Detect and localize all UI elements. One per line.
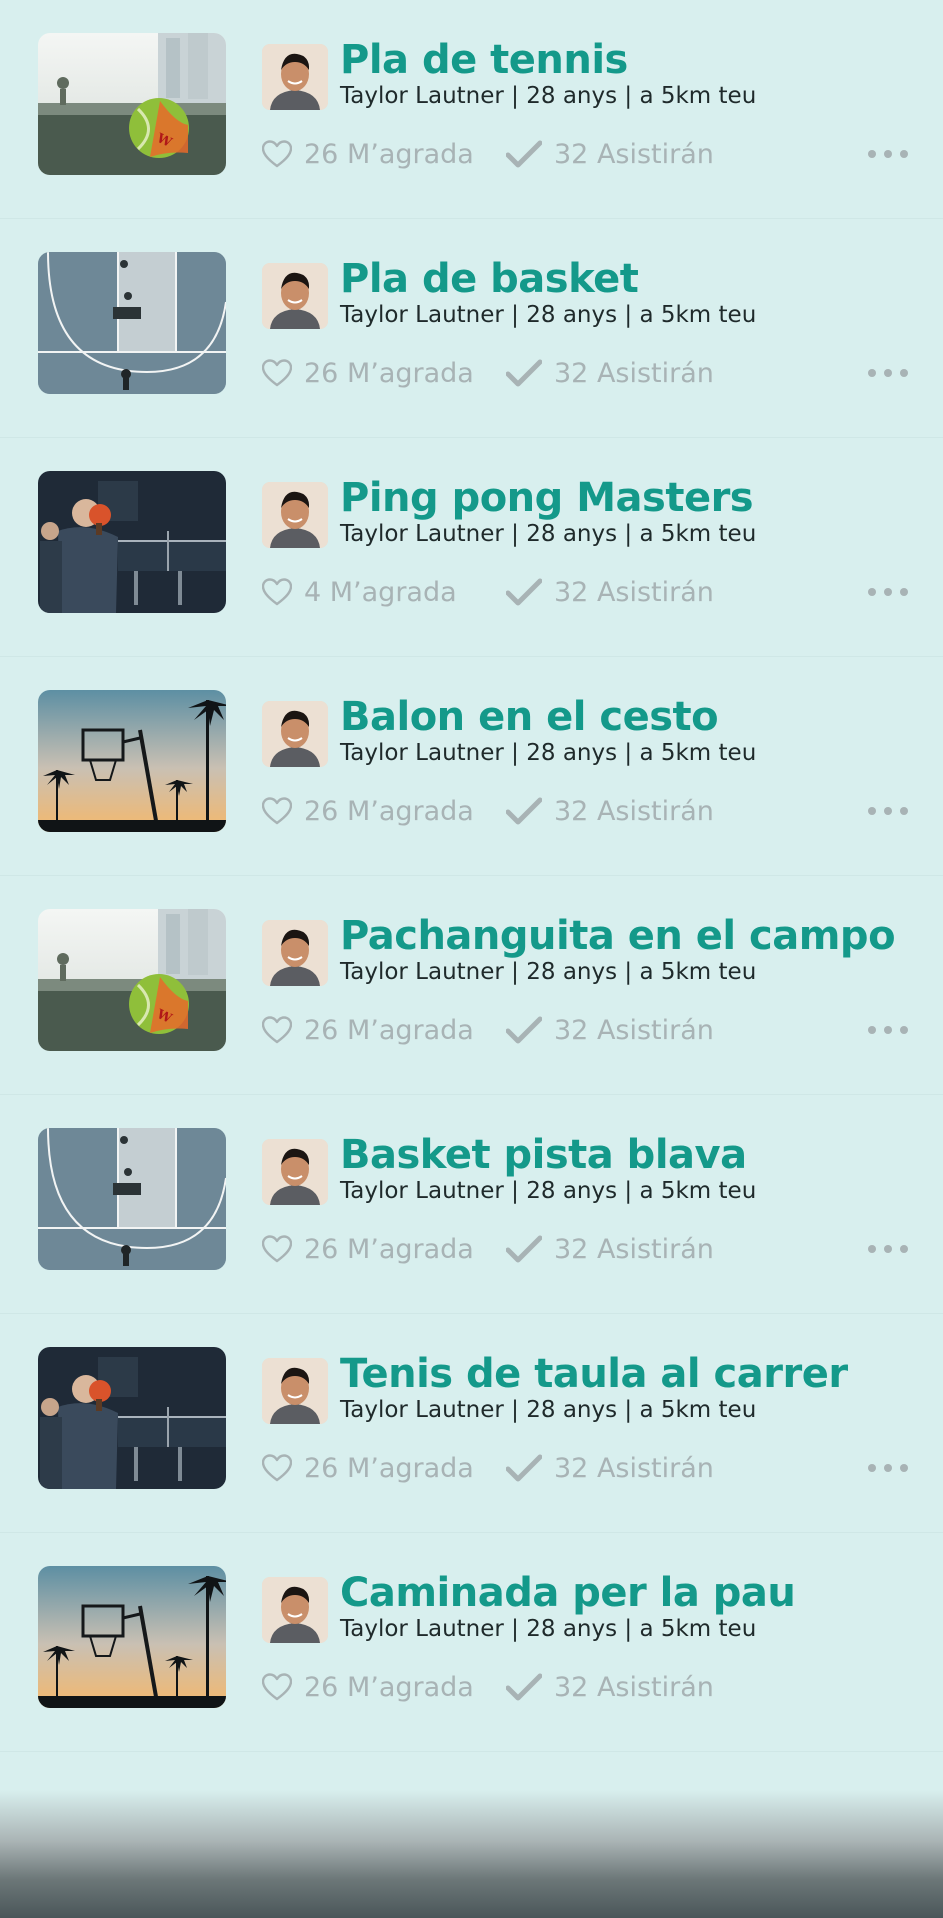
event-card[interactable]: Tenis de taula al carrer Taylor Lautner …	[0, 1314, 943, 1533]
event-title[interactable]: Pla de tennis	[340, 36, 930, 84]
like-button[interactable]: 26 M’agrada	[262, 353, 474, 393]
like-button[interactable]: 26 M’agrada	[262, 791, 474, 831]
event-title[interactable]: Balon en el cesto	[340, 693, 930, 741]
attend-button[interactable]: 32 Asistirán	[506, 1667, 714, 1707]
likes-count: 26 M’agrada	[304, 357, 474, 389]
more-dots-icon[interactable]	[868, 1233, 908, 1265]
event-title[interactable]: Pachanguita en el campo	[340, 912, 930, 960]
attend-button[interactable]: 32 Asistirán	[506, 1229, 714, 1269]
checkmark-icon	[506, 359, 554, 387]
like-button[interactable]: 26 M’agrada	[262, 1448, 474, 1488]
checkmark-icon	[506, 797, 554, 825]
event-thumbnail[interactable]: W	[38, 33, 226, 175]
checkmark-icon	[506, 578, 554, 606]
likes-count: 26 M’agrada	[304, 1671, 474, 1703]
event-title[interactable]: Caminada per la pau	[340, 1569, 930, 1617]
heart-outline-icon	[262, 359, 304, 387]
heart-outline-icon	[262, 578, 304, 606]
like-button[interactable]: 26 M’agrada	[262, 134, 474, 174]
attend-button[interactable]: 32 Asistirán	[506, 1448, 714, 1488]
likes-count: 26 M’agrada	[304, 1452, 474, 1484]
more-dots-icon[interactable]	[868, 357, 908, 389]
event-card[interactable]: Caminada per la pau Taylor Lautner | 28 …	[0, 1533, 943, 1752]
event-thumbnail[interactable]	[38, 471, 226, 613]
more-dots-icon[interactable]	[868, 795, 908, 827]
event-subtitle: Taylor Lautner | 28 anys | a 5km teu	[340, 740, 757, 766]
heart-outline-icon	[262, 140, 304, 168]
bottom-fade	[0, 1790, 943, 1918]
event-subtitle: Taylor Lautner | 28 anys | a 5km teu	[340, 302, 757, 328]
organizer-avatar[interactable]	[262, 482, 328, 548]
event-list: W Pla de tennis Taylor Lautner | 28 anys…	[0, 0, 943, 1752]
event-thumbnail[interactable]	[38, 252, 226, 394]
like-button[interactable]: 26 M’agrada	[262, 1667, 474, 1707]
likes-count: 4 M’agrada	[304, 576, 457, 608]
event-subtitle: Taylor Lautner | 28 anys | a 5km teu	[340, 521, 757, 547]
attend-button[interactable]: 32 Asistirán	[506, 134, 714, 174]
event-thumbnail[interactable]	[38, 1128, 226, 1270]
event-thumbnail[interactable]	[38, 1347, 226, 1489]
event-title[interactable]: Ping pong Masters	[340, 474, 930, 522]
event-title[interactable]: Basket pista blava	[340, 1131, 930, 1179]
like-button[interactable]: 26 M’agrada	[262, 1010, 474, 1050]
attend-button[interactable]: 32 Asistirán	[506, 572, 714, 612]
event-subtitle: Taylor Lautner | 28 anys | a 5km teu	[340, 1616, 757, 1642]
event-subtitle: Taylor Lautner | 28 anys | a 5km teu	[340, 1178, 757, 1204]
event-subtitle: Taylor Lautner | 28 anys | a 5km teu	[340, 83, 757, 109]
attending-count: 32 Asistirán	[554, 1014, 714, 1046]
event-thumbnail[interactable]	[38, 1566, 226, 1708]
attending-count: 32 Asistirán	[554, 1452, 714, 1484]
event-card[interactable]: Balon en el cesto Taylor Lautner | 28 an…	[0, 657, 943, 876]
heart-outline-icon	[262, 1235, 304, 1263]
checkmark-icon	[506, 1454, 554, 1482]
attend-button[interactable]: 32 Asistirán	[506, 353, 714, 393]
likes-count: 26 M’agrada	[304, 1014, 474, 1046]
attending-count: 32 Asistirán	[554, 138, 714, 170]
attending-count: 32 Asistirán	[554, 576, 714, 608]
attending-count: 32 Asistirán	[554, 357, 714, 389]
event-card[interactable]: Basket pista blava Taylor Lautner | 28 a…	[0, 1095, 943, 1314]
attend-button[interactable]: 32 Asistirán	[506, 1010, 714, 1050]
like-button[interactable]: 26 M’agrada	[262, 1229, 474, 1269]
checkmark-icon	[506, 1235, 554, 1263]
event-subtitle: Taylor Lautner | 28 anys | a 5km teu	[340, 1397, 757, 1423]
checkmark-icon	[506, 1673, 554, 1701]
organizer-avatar[interactable]	[262, 1358, 328, 1424]
likes-count: 26 M’agrada	[304, 795, 474, 827]
checkmark-icon	[506, 1016, 554, 1044]
heart-outline-icon	[262, 1454, 304, 1482]
heart-outline-icon	[262, 797, 304, 825]
event-card[interactable]: W Pachanguita en el campo Taylor Lautner…	[0, 876, 943, 1095]
event-title[interactable]: Pla de basket	[340, 255, 930, 303]
checkmark-icon	[506, 140, 554, 168]
attend-button[interactable]: 32 Asistirán	[506, 791, 714, 831]
attending-count: 32 Asistirán	[554, 1233, 714, 1265]
organizer-avatar[interactable]	[262, 701, 328, 767]
more-dots-icon[interactable]	[868, 1014, 908, 1046]
attending-count: 32 Asistirán	[554, 1671, 714, 1703]
event-subtitle: Taylor Lautner | 28 anys | a 5km teu	[340, 959, 757, 985]
event-card[interactable]: Ping pong Masters Taylor Lautner | 28 an…	[0, 438, 943, 657]
event-card[interactable]: Pla de basket Taylor Lautner | 28 anys |…	[0, 219, 943, 438]
more-dots-icon[interactable]	[868, 138, 908, 170]
more-dots-icon[interactable]	[868, 576, 908, 608]
attending-count: 32 Asistirán	[554, 795, 714, 827]
more-dots-icon[interactable]	[868, 1452, 908, 1484]
organizer-avatar[interactable]	[262, 44, 328, 110]
organizer-avatar[interactable]	[262, 263, 328, 329]
event-title[interactable]: Tenis de taula al carrer	[340, 1350, 930, 1398]
event-thumbnail[interactable]	[38, 690, 226, 832]
heart-outline-icon	[262, 1016, 304, 1044]
organizer-avatar[interactable]	[262, 920, 328, 986]
likes-count: 26 M’agrada	[304, 1233, 474, 1265]
organizer-avatar[interactable]	[262, 1577, 328, 1643]
organizer-avatar[interactable]	[262, 1139, 328, 1205]
event-thumbnail[interactable]: W	[38, 909, 226, 1051]
heart-outline-icon	[262, 1673, 304, 1701]
likes-count: 26 M’agrada	[304, 138, 474, 170]
like-button[interactable]: 4 M’agrada	[262, 572, 457, 612]
event-card[interactable]: W Pla de tennis Taylor Lautner | 28 anys…	[0, 0, 943, 219]
